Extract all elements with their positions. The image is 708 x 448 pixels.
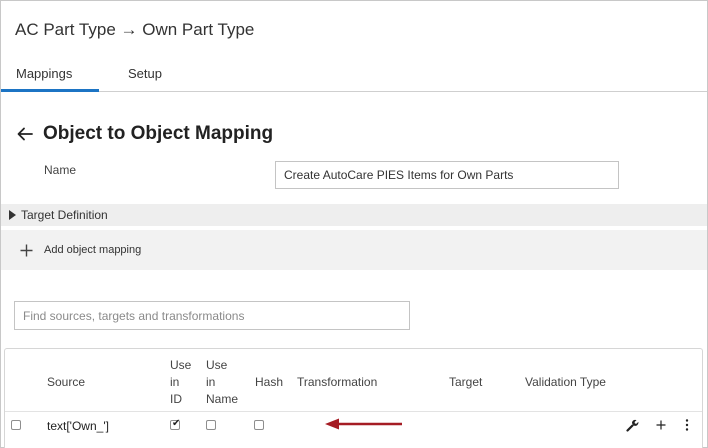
plus-icon: [20, 244, 33, 256]
use-in-name-checkbox[interactable]: [206, 420, 216, 430]
header-use-in-id-line2: in: [170, 375, 180, 389]
checkmark-icon: ✔: [172, 418, 181, 429]
name-label: Name: [44, 163, 77, 177]
tab-mappings[interactable]: Mappings: [16, 66, 72, 81]
header-target: Target: [449, 375, 483, 389]
back-arrow-icon[interactable]: [16, 125, 34, 143]
header-use-in-id-line1: Use: [170, 358, 192, 372]
target-definition-label: Target Definition: [21, 208, 108, 222]
add-object-mapping-label: Add object mapping: [44, 244, 142, 256]
wrench-icon[interactable]: [626, 419, 639, 432]
add-row-plus-icon[interactable]: [656, 420, 666, 430]
row-source: text['Own_']: [47, 419, 109, 433]
header-use-in-name-line3: Name: [206, 392, 239, 406]
row-select-checkbox[interactable]: [11, 420, 21, 430]
hash-checkbox[interactable]: [254, 420, 264, 430]
page-title: Object to Object Mapping: [43, 123, 274, 144]
triangle-right-icon: [9, 210, 16, 220]
more-vertical-icon[interactable]: [685, 419, 689, 431]
header-use-in-name-line2: in: [206, 375, 216, 389]
tab-setup[interactable]: Setup: [128, 66, 162, 81]
tab-bar: Mappings Setup: [1, 56, 707, 92]
header-transformation: Transformation: [297, 375, 378, 389]
page-heading: Object to Object Mapping: [16, 122, 273, 146]
mapping-table: Source Use in ID Use in Name Hash Transf…: [4, 348, 703, 448]
header-use-in-name: Use in Name: [206, 357, 238, 408]
active-tab-indicator: [1, 89, 99, 92]
name-field[interactable]: [275, 161, 619, 189]
target-definition-toggle[interactable]: Target Definition: [1, 204, 707, 226]
header-source: Source: [47, 375, 86, 389]
annotation-arrow-icon: [325, 418, 402, 430]
header-use-in-name-line1: Use: [206, 358, 228, 372]
header-use-in-id-line3: ID: [170, 392, 182, 406]
header-hash: Hash: [255, 375, 284, 389]
app-title: AC Part Type → Own Part Type: [15, 20, 255, 39]
header-validation-type: Validation Type: [525, 375, 606, 389]
add-object-mapping-button[interactable]: Add object mapping: [1, 230, 707, 270]
header-use-in-id: Use in ID: [170, 357, 191, 408]
search-input[interactable]: [14, 301, 410, 330]
header-separator: [5, 411, 702, 412]
use-in-id-checkbox[interactable]: ✔: [170, 418, 181, 430]
